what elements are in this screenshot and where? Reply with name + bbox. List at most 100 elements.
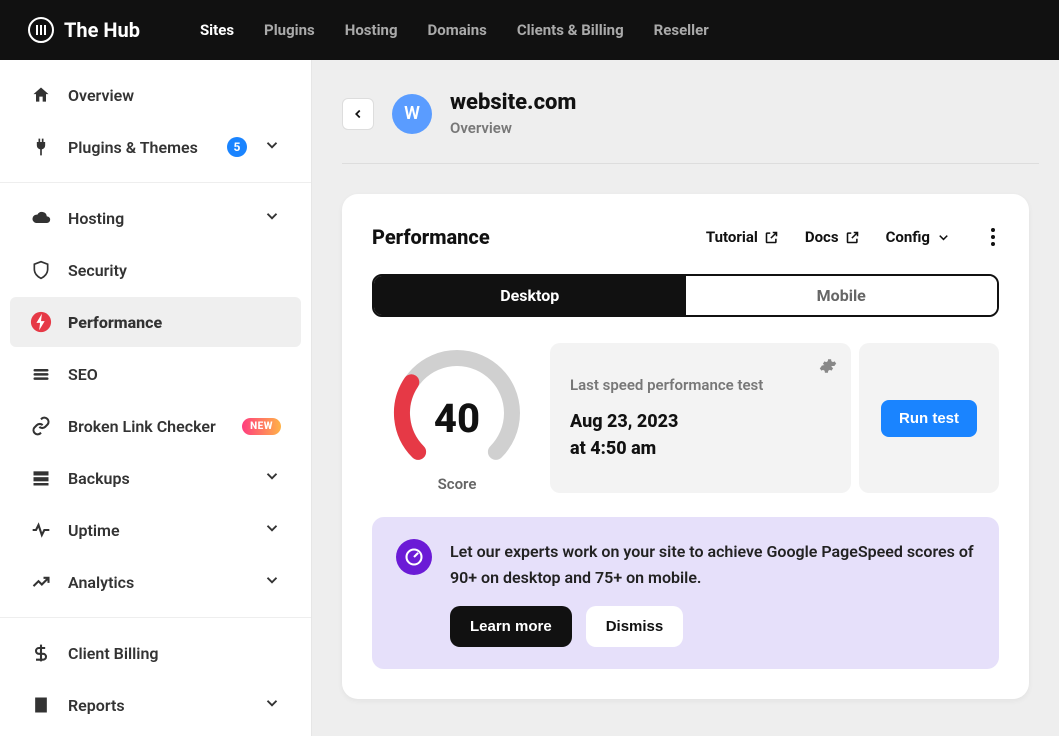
sidebar-label-security: Security [68,261,281,280]
link-icon [30,415,52,437]
score-row: 40 Score Last speed performance test Aug… [372,343,999,493]
sidebar-group-2: Hosting Security Performance [0,183,311,618]
external-link-icon [845,230,860,245]
card-title: Performance [372,225,490,249]
site-subtitle: Overview [450,119,576,137]
sidebar-item-reports[interactable]: Reports [10,680,301,730]
topnav-clients-billing[interactable]: Clients & Billing [517,21,624,39]
top-nav-list: Sites Plugins Hosting Domains Clients & … [200,21,709,39]
performance-card: Performance Tutorial Docs Config [342,194,1029,699]
tutorial-label: Tutorial [706,228,758,246]
sidebar-item-security[interactable]: Security [10,245,301,295]
promo-body: Let our experts work on your site to ach… [450,539,975,647]
sidebar-group-1: Overview Plugins & Themes 5 [0,60,311,183]
layers-icon [30,467,52,489]
config-dropdown[interactable]: Config [886,228,951,246]
topnav-sites[interactable]: Sites [200,21,234,39]
site-name: website.com [450,90,576,115]
sidebar-item-seo[interactable]: SEO [10,349,301,399]
config-label: Config [886,228,930,246]
brand-name: The Hub [64,18,140,42]
plug-icon [30,136,52,158]
chevron-down-icon [263,207,281,229]
chevron-down-icon [263,694,281,716]
topnav-domains[interactable]: Domains [428,21,487,39]
sidebar-label-reports: Reports [68,696,247,715]
sidebar-item-performance[interactable]: Performance [10,297,301,347]
shield-icon [30,259,52,281]
bolt-icon [30,311,52,333]
topnav-reseller[interactable]: Reseller [654,21,709,39]
external-link-icon [764,230,779,245]
run-test-box: Run test [859,343,999,493]
tutorial-link[interactable]: Tutorial [706,228,779,246]
page-header: W website.com Overview [342,90,1039,164]
logo-icon [28,17,54,43]
avatar-letter: W [404,103,420,124]
settings-button[interactable] [819,357,837,379]
site-title-block: website.com Overview [450,90,576,137]
sidebar-label-broken-link: Broken Link Checker [68,417,220,436]
sidebar-item-plugins-themes[interactable]: Plugins & Themes 5 [10,122,301,172]
sidebar-item-uptime[interactable]: Uptime [10,505,301,555]
sidebar-label-client-billing: Client Billing [68,644,281,663]
gauge-icon [396,539,432,575]
sidebar-label-plugins-themes: Plugins & Themes [68,138,207,157]
sidebar-item-hosting[interactable]: Hosting [10,193,301,243]
tab-desktop[interactable]: Desktop [374,276,686,315]
site-avatar: W [392,94,432,134]
learn-more-button[interactable]: Learn more [450,606,572,647]
dismiss-button[interactable]: Dismiss [586,606,684,647]
dollar-icon [30,642,52,664]
brand-logo[interactable]: The Hub [28,17,140,43]
topnav-hosting[interactable]: Hosting [345,21,398,39]
sidebar-group-3: Client Billing Reports [0,618,311,736]
last-test-date: Aug 23, 2023 [570,408,831,435]
sidebar-label-uptime: Uptime [68,521,247,540]
tab-mobile[interactable]: Mobile [686,276,998,315]
chevron-down-icon [263,571,281,593]
main-content: W website.com Overview Performance Tutor… [312,60,1059,736]
analytics-icon [30,571,52,593]
home-icon [30,84,52,106]
score-value: 40 [387,395,527,442]
last-test-label: Last speed performance test [570,374,831,397]
plugins-badge: 5 [227,137,247,157]
sidebar-label-seo: SEO [68,365,281,384]
chevron-down-icon [263,467,281,489]
sidebar-item-client-billing[interactable]: Client Billing [10,628,301,678]
chevron-down-icon [263,136,281,158]
docs-link[interactable]: Docs [805,228,860,246]
last-test-time: at 4:50 am [570,435,831,462]
card-actions: Tutorial Docs Config [706,224,999,250]
sidebar-item-analytics[interactable]: Analytics [10,557,301,607]
more-menu-button[interactable] [987,224,999,250]
gear-icon [819,357,837,375]
sidebar: Overview Plugins & Themes 5 Hosting [0,60,312,736]
run-test-button[interactable]: Run test [881,400,977,437]
sidebar-item-backups[interactable]: Backups [10,453,301,503]
seo-icon [30,363,52,385]
document-icon [30,694,52,716]
back-button[interactable] [342,98,374,130]
sidebar-item-overview[interactable]: Overview [10,70,301,120]
promo-banner: Let our experts work on your site to ach… [372,517,999,669]
sidebar-item-broken-link[interactable]: Broken Link Checker NEW [10,401,301,451]
docs-label: Docs [805,228,839,246]
top-navbar: The Hub Sites Plugins Hosting Domains Cl… [0,0,1059,60]
topnav-plugins[interactable]: Plugins [264,21,315,39]
sidebar-label-hosting: Hosting [68,209,247,228]
card-header: Performance Tutorial Docs Config [372,224,999,250]
score-gauge-box: 40 Score [372,343,542,493]
sidebar-label-overview: Overview [68,86,281,105]
heartbeat-icon [30,519,52,541]
cloud-icon [30,207,52,229]
chevron-down-icon [263,519,281,541]
sidebar-label-backups: Backups [68,469,247,488]
new-badge: NEW [242,418,281,435]
score-gauge: 40 [387,343,527,473]
sidebar-label-performance: Performance [68,313,281,332]
device-tabs: Desktop Mobile [372,274,999,317]
promo-text: Let our experts work on your site to ach… [450,539,975,590]
promo-buttons: Learn more Dismiss [450,606,975,647]
